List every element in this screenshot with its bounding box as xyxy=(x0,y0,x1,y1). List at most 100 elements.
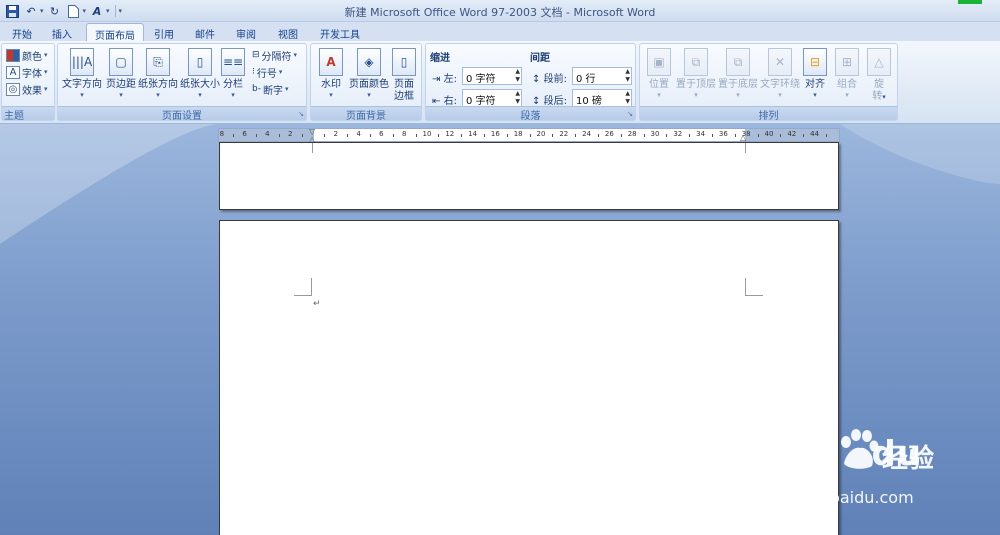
baidu-jingyan-text: 经验 xyxy=(882,444,935,474)
group-theme-label: 主题 xyxy=(2,106,54,122)
spacing-before-input[interactable]: 0 行 ▲ ▼ xyxy=(572,67,632,85)
chevron-down-icon: ▾ xyxy=(284,85,289,93)
orientation-icon: ⎘ xyxy=(146,48,170,76)
page-current[interactable]: ↵ xyxy=(219,220,839,535)
group-objects-button[interactable]: ⊞ 组合 ▾ xyxy=(830,48,864,108)
ruler-number: 6 xyxy=(242,130,247,138)
ruler-tick xyxy=(370,134,371,137)
tab-view[interactable]: 视图 xyxy=(270,23,306,41)
columns-button[interactable]: ≡≡ 分栏 ▾ xyxy=(216,48,250,108)
indent-right-input[interactable]: 0 字符 ▲ ▼ xyxy=(462,89,522,107)
horizontal-ruler[interactable]: ▽ △ △ 8 6 4 2 2 4 6 8 10 12 14 16 18 20 22 24 26 28 30 32 34… xyxy=(218,127,840,144)
page-previous[interactable] xyxy=(219,142,839,210)
indent-left-icon: ⇥ xyxy=(432,74,441,85)
group-theme: 颜色 ▾ A 字体 ▾ ◎ 效果 ▾ 主题 xyxy=(1,43,55,122)
tab-page-layout[interactable]: 页面布局 xyxy=(86,23,144,42)
baidu-logo-bai: Bai xyxy=(764,434,828,474)
ribbon: 颜色 ▾ A 字体 ▾ ◎ 效果 ▾ 主题 |||A 文字方向 ▾ ▢ 页边距 ▾ ⎘… xyxy=(0,41,1000,124)
paper-size-icon: ▯ xyxy=(188,48,212,76)
bring-to-front-label: 置于顶层 xyxy=(676,79,716,90)
tab-review[interactable]: 审阅 xyxy=(228,23,264,41)
line-numbers-button[interactable]: ⁝ 行号 ▾ xyxy=(252,64,282,80)
ruler-number: 22 xyxy=(559,130,569,138)
title-bar: ↶ ▾ ↻ ▾ A ▾ ▾ 新建 Microsoft Office Word 9… xyxy=(0,0,1000,22)
chevron-down-icon: ▾ xyxy=(231,91,235,99)
bring-to-front-button[interactable]: ⧉ 置于顶层 ▾ xyxy=(674,48,718,108)
group-paragraph: 缩进 间距 ⇥ 左: 0 字符 ▲ ▼ ⇤ 右: 0 字符 ▲ ▼ ↕ 段前: 0 … xyxy=(425,43,636,122)
ruler-tick xyxy=(666,134,668,137)
chevron-down-icon: ▾ xyxy=(778,91,782,99)
position-button[interactable]: ▣ 位置 ▾ xyxy=(642,48,676,108)
page-borders-label-1: 页面 xyxy=(394,79,414,90)
align-button[interactable]: ⊟ 对齐 ▾ xyxy=(798,48,832,108)
ruler-number: 32 xyxy=(673,130,683,138)
breaks-button[interactable]: ⊟ 分隔符 ▾ xyxy=(252,47,297,63)
ruler-tick xyxy=(529,134,531,137)
rotate-label-2: 转▾ xyxy=(864,91,894,103)
ruler-number: 42 xyxy=(787,130,797,138)
tab-developer[interactable]: 开发工具 xyxy=(312,23,368,41)
group-page-background-label: 页面背景 xyxy=(311,106,421,122)
group-arrange-label: 排列 xyxy=(640,106,897,122)
breaks-icon: ⊟ xyxy=(252,50,260,60)
spinner-arrows-icon[interactable]: ▲ ▼ xyxy=(625,68,630,84)
send-to-back-icon: ⧉ xyxy=(726,48,750,76)
ruler-tick xyxy=(734,134,736,137)
text-wrap-icon: ✕ xyxy=(768,48,792,76)
ruler-tick xyxy=(484,134,485,137)
margins-button[interactable]: ▢ 页边距 ▾ xyxy=(102,48,140,108)
window-accent xyxy=(958,0,982,4)
chevron-down-icon: ▾ xyxy=(44,85,48,93)
chevron-down-icon: ▾ xyxy=(845,91,849,99)
tab-home[interactable]: 开始 xyxy=(4,23,40,41)
spinner-arrows-icon[interactable]: ▲ ▼ xyxy=(625,90,630,106)
hyphenation-button[interactable]: b‑ 断字 ▾ xyxy=(252,81,288,97)
ruler-tick xyxy=(347,134,349,137)
chevron-down-icon: ▾ xyxy=(813,91,817,99)
tab-mailings[interactable]: 邮件 xyxy=(187,23,223,41)
margins-label: 页边距 xyxy=(106,79,136,90)
indent-left-input[interactable]: 0 字符 ▲ ▼ xyxy=(462,67,522,85)
theme-fonts-button[interactable]: A 字体 ▾ xyxy=(6,64,48,80)
baidu-paw-icon xyxy=(841,429,879,469)
rotate-button[interactable]: △ 旋 转▾ xyxy=(864,48,894,108)
text-wrap-label: 文字环绕 xyxy=(760,79,800,90)
spinner-arrows-icon[interactable]: ▲ ▼ xyxy=(515,68,520,84)
spinner-arrows-icon[interactable]: ▲ ▼ xyxy=(515,90,520,106)
ruler-tick xyxy=(552,134,554,137)
chevron-down-icon: ▾ xyxy=(156,91,160,99)
palette-icon xyxy=(6,48,20,62)
send-to-back-button[interactable]: ⧉ 置于底层 ▾ xyxy=(716,48,760,108)
orientation-button[interactable]: ⎘ 纸张方向 ▾ xyxy=(136,48,180,108)
text-direction-button[interactable]: |||A 文字方向 ▾ xyxy=(60,48,104,108)
font-icon: A xyxy=(6,65,20,79)
dialog-launcher-icon[interactable]: ↘ xyxy=(627,110,633,118)
chevron-down-icon: ▾ xyxy=(44,51,48,59)
line-numbers-icon: ⁝ xyxy=(252,67,255,77)
watermark-button[interactable]: A 水印 ▾ xyxy=(313,48,349,108)
text-wrap-button[interactable]: ✕ 文字环绕 ▾ xyxy=(758,48,802,108)
spacing-after-input[interactable]: 10 磅 ▲ ▼ xyxy=(572,89,632,107)
ruler-tick xyxy=(438,134,440,137)
align-icon: ⊟ xyxy=(803,48,827,76)
page-color-button[interactable]: ◈ 页面颜色 ▾ xyxy=(347,48,391,108)
page-borders-button[interactable]: ▯ 页面 边框 xyxy=(389,48,419,108)
orientation-label: 纸张方向 xyxy=(138,79,178,90)
ruler-number: 28 xyxy=(627,130,637,138)
tab-references[interactable]: 引用 xyxy=(146,23,182,41)
group-objects-icon: ⊞ xyxy=(835,48,859,76)
crop-mark xyxy=(745,143,746,153)
chevron-down-icon: ▾ xyxy=(329,91,333,99)
theme-colors-button[interactable]: 颜色 ▾ xyxy=(6,47,48,63)
spacing-before-icon: ↕ xyxy=(532,74,541,85)
ruler-tick xyxy=(233,134,235,137)
ruler-tick xyxy=(324,134,326,137)
chevron-down-icon: ▾ xyxy=(882,93,886,101)
theme-effects-button[interactable]: ◎ 效果 ▾ xyxy=(6,81,48,97)
group-page-setup: |||A 文字方向 ▾ ▢ 页边距 ▾ ⎘ 纸张方向 ▾ ▯ 纸张大小 ▾ ≡≡… xyxy=(57,43,307,122)
baidu-watermark: Bai du 经验 jingyan.baidu.com xyxy=(756,426,956,516)
tab-insert[interactable]: 插入 xyxy=(44,23,80,41)
group-arrange: ▣ 位置 ▾ ⧉ 置于顶层 ▾ ⧉ 置于底层 ▾ ✕ 文字环绕 ▾ ⊟ 对齐 ▾… xyxy=(639,43,898,122)
dialog-launcher-icon[interactable]: ↘ xyxy=(298,110,304,118)
ruler-tick xyxy=(620,134,622,137)
